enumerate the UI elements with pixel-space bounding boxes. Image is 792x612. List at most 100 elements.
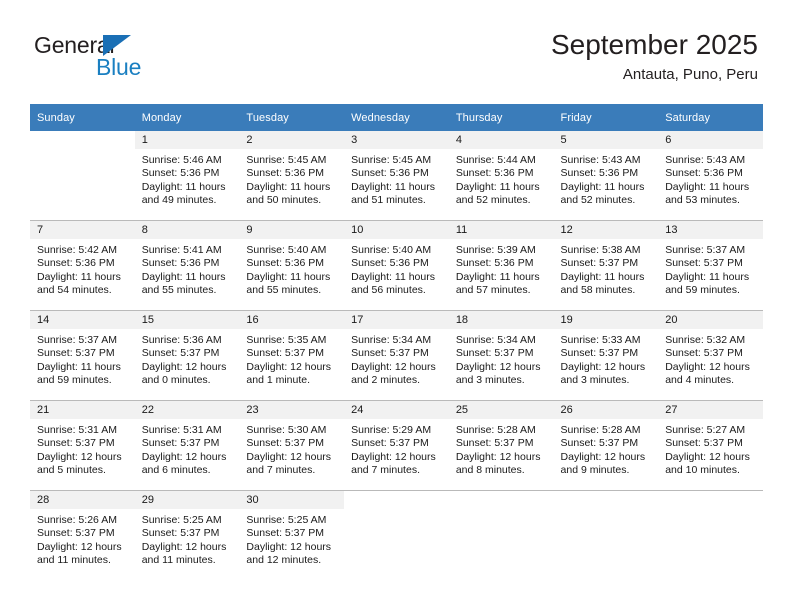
calendar-day-cell[interactable]: 19 Sunrise: 5:33 AM Sunset: 5:37 PM Dayligh… bbox=[553, 310, 659, 401]
day-details: Sunrise: 5:33 AM Sunset: 5:37 PM Daylight:… bbox=[554, 329, 659, 388]
calendar-week-row: 21 Sunrise: 5:31 AM Sunset: 5:37 PM Dayligh… bbox=[30, 400, 763, 491]
sunset-text: Sunset: 5:36 PM bbox=[246, 257, 325, 270]
day-cell-inner bbox=[344, 491, 449, 580]
day-cell-inner: 26 Sunrise: 5:28 AM Sunset: 5:37 PM Dayligh… bbox=[553, 401, 659, 490]
day-details: Sunrise: 5:31 AM Sunset: 5:37 PM Daylight:… bbox=[135, 419, 240, 478]
calendar-week-row: 28 Sunrise: 5:26 AM Sunset: 5:37 PM Dayligh… bbox=[30, 490, 763, 580]
calendar-day-cell[interactable]: 11 Sunrise: 5:39 AM Sunset: 5:36 PM Dayligh… bbox=[448, 220, 554, 311]
calendar-day-cell[interactable]: 17 Sunrise: 5:34 AM Sunset: 5:37 PM Dayligh… bbox=[344, 310, 449, 401]
day-details: Sunrise: 5:43 AM Sunset: 5:36 PM Daylight:… bbox=[658, 149, 763, 208]
sunset-text: Sunset: 5:37 PM bbox=[37, 437, 115, 450]
calendar-day-cell[interactable]: 27 Sunrise: 5:27 AM Sunset: 5:37 PM Dayligh… bbox=[658, 400, 763, 491]
calendar-day-cell[interactable]: 8 Sunrise: 5:41 AM Sunset: 5:36 PM Daylight… bbox=[134, 220, 240, 311]
calendar-day-cell[interactable]: 9 Sunrise: 5:40 AM Sunset: 5:36 PM Daylight… bbox=[239, 220, 345, 311]
day-cell-inner: 17 Sunrise: 5:34 AM Sunset: 5:37 PM Dayligh… bbox=[344, 311, 449, 400]
day-cell-inner: 13 Sunrise: 5:37 AM Sunset: 5:37 PM Dayligh… bbox=[658, 221, 763, 310]
sunset-text: Sunset: 5:37 PM bbox=[141, 347, 220, 360]
daylight-text-line1: Daylight: 11 hours bbox=[246, 270, 331, 283]
daylight-text-line2: and 0 minutes. bbox=[141, 374, 211, 387]
calendar-day-cell[interactable]: 13 Sunrise: 5:37 AM Sunset: 5:37 PM Dayligh… bbox=[658, 220, 763, 311]
sunrise-text: Sunrise: 5:32 AM bbox=[665, 334, 746, 346]
day-number: 14 bbox=[30, 311, 135, 329]
daylight-text-line2: and 11 minutes. bbox=[141, 554, 216, 567]
calendar-day-cell[interactable]: 18 Sunrise: 5:34 AM Sunset: 5:37 PM Dayligh… bbox=[448, 310, 554, 401]
daylight-text-line1: Daylight: 11 hours bbox=[141, 270, 226, 283]
calendar-day-cell[interactable]: 12 Sunrise: 5:38 AM Sunset: 5:37 PM Dayligh… bbox=[553, 220, 659, 311]
calendar-day-cell[interactable]: 20 Sunrise: 5:32 AM Sunset: 5:37 PM Dayligh… bbox=[658, 310, 763, 401]
day-details: Sunrise: 5:46 AM Sunset: 5:36 PM Daylight:… bbox=[135, 149, 240, 208]
weekday-header-sunday: Sunday bbox=[30, 104, 135, 131]
calendar-day-cell[interactable]: 14 Sunrise: 5:37 AM Sunset: 5:37 PM Dayligh… bbox=[30, 310, 135, 401]
day-cell-inner bbox=[658, 491, 763, 580]
day-cell-inner: 30 Sunrise: 5:25 AM Sunset: 5:37 PM Dayligh… bbox=[239, 491, 345, 580]
weekday-header-wednesday: Wednesday bbox=[344, 104, 449, 131]
daylight-text-line2: and 2 minutes. bbox=[351, 374, 420, 387]
daylight-text-line1: Daylight: 12 hours bbox=[141, 360, 227, 373]
day-number: 4 bbox=[448, 131, 554, 149]
calendar-day-cell[interactable]: 7 Sunrise: 5:42 AM Sunset: 5:36 PM Daylight… bbox=[30, 220, 135, 311]
daylight-text-line1: Daylight: 12 hours bbox=[560, 450, 646, 463]
general-blue-logo[interactable]: General Blue bbox=[34, 32, 224, 88]
day-details: Sunrise: 5:40 AM Sunset: 5:36 PM Daylight:… bbox=[344, 239, 449, 298]
day-number bbox=[344, 491, 449, 509]
daylight-text-line1: Daylight: 11 hours bbox=[37, 360, 121, 373]
calendar-day-cell[interactable]: 10 Sunrise: 5:40 AM Sunset: 5:36 PM Dayligh… bbox=[344, 220, 449, 311]
calendar-day-cell[interactable]: 3 Sunrise: 5:45 AM Sunset: 5:36 PM Daylight… bbox=[344, 131, 449, 221]
day-cell-inner: 21 Sunrise: 5:31 AM Sunset: 5:37 PM Dayligh… bbox=[30, 401, 135, 490]
day-details: Sunrise: 5:45 AM Sunset: 5:36 PM Daylight:… bbox=[344, 149, 449, 208]
calendar-day-cell[interactable]: 24 Sunrise: 5:29 AM Sunset: 5:37 PM Dayligh… bbox=[344, 400, 449, 491]
sunset-text: Sunset: 5:36 PM bbox=[351, 257, 429, 270]
calendar-day-cell[interactable]: 21 Sunrise: 5:31 AM Sunset: 5:37 PM Dayligh… bbox=[30, 400, 135, 491]
page-header: General Blue September 2025 Antauta, Pun… bbox=[34, 28, 758, 90]
calendar-day-cell[interactable]: 25 Sunrise: 5:28 AM Sunset: 5:37 PM Dayligh… bbox=[448, 400, 554, 491]
calendar-day-cell[interactable]: 15 Sunrise: 5:36 AM Sunset: 5:37 PM Dayligh… bbox=[134, 310, 240, 401]
calendar-day-cell[interactable]: 30 Sunrise: 5:25 AM Sunset: 5:37 PM Dayligh… bbox=[239, 490, 345, 580]
day-cell-inner: 7 Sunrise: 5:42 AM Sunset: 5:36 PM Daylight… bbox=[30, 221, 135, 310]
daylight-text-line1: Daylight: 12 hours bbox=[351, 450, 436, 463]
day-details: Sunrise: 5:45 AM Sunset: 5:36 PM Daylight:… bbox=[239, 149, 344, 208]
calendar-day-cell[interactable]: 26 Sunrise: 5:28 AM Sunset: 5:37 PM Dayligh… bbox=[553, 400, 659, 491]
day-details: Sunrise: 5:28 AM Sunset: 5:37 PM Daylight:… bbox=[449, 419, 554, 478]
daylight-text-line1: Daylight: 11 hours bbox=[560, 180, 645, 193]
sunset-text: Sunset: 5:37 PM bbox=[37, 347, 115, 360]
calendar-day-cell[interactable]: 29 Sunrise: 5:25 AM Sunset: 5:37 PM Dayligh… bbox=[134, 490, 240, 580]
day-number: 21 bbox=[30, 401, 135, 419]
calendar-day-cell[interactable]: 4 Sunrise: 5:44 AM Sunset: 5:36 PM Daylight… bbox=[448, 131, 554, 221]
day-details: Sunrise: 5:43 AM Sunset: 5:36 PM Daylight:… bbox=[554, 149, 659, 208]
day-cell-inner: 16 Sunrise: 5:35 AM Sunset: 5:37 PM Dayligh… bbox=[239, 311, 345, 400]
day-number: 16 bbox=[239, 311, 345, 329]
calendar-day-cell bbox=[30, 131, 135, 221]
day-cell-inner: 5 Sunrise: 5:43 AM Sunset: 5:36 PM Daylight… bbox=[553, 131, 659, 220]
day-number: 5 bbox=[553, 131, 659, 149]
calendar-day-cell[interactable]: 28 Sunrise: 5:26 AM Sunset: 5:37 PM Dayligh… bbox=[30, 490, 135, 580]
day-number: 7 bbox=[30, 221, 135, 239]
daylight-text-line2: and 54 minutes. bbox=[37, 284, 112, 297]
calendar-day-cell[interactable]: 16 Sunrise: 5:35 AM Sunset: 5:37 PM Dayligh… bbox=[239, 310, 345, 401]
sunset-text: Sunset: 5:36 PM bbox=[351, 167, 429, 180]
daylight-text-line2: and 51 minutes. bbox=[351, 194, 426, 207]
day-number: 30 bbox=[239, 491, 345, 509]
sunrise-text: Sunrise: 5:44 AM bbox=[455, 154, 536, 166]
day-number: 8 bbox=[134, 221, 240, 239]
day-cell-inner: 8 Sunrise: 5:41 AM Sunset: 5:36 PM Daylight… bbox=[134, 221, 240, 310]
calendar-day-cell[interactable]: 6 Sunrise: 5:43 AM Sunset: 5:36 PM Daylight… bbox=[658, 131, 763, 221]
daylight-text-line1: Daylight: 12 hours bbox=[141, 540, 227, 553]
day-details: Sunrise: 5:40 AM Sunset: 5:36 PM Daylight:… bbox=[239, 239, 344, 298]
daylight-text-line1: Daylight: 12 hours bbox=[37, 450, 122, 463]
calendar-day-cell[interactable]: 22 Sunrise: 5:31 AM Sunset: 5:37 PM Dayligh… bbox=[134, 400, 240, 491]
calendar-body: 1 Sunrise: 5:46 AM Sunset: 5:36 PM Daylight… bbox=[30, 131, 763, 580]
calendar-day-cell[interactable]: 1 Sunrise: 5:46 AM Sunset: 5:36 PM Daylight… bbox=[134, 131, 240, 221]
day-details: Sunrise: 5:34 AM Sunset: 5:37 PM Daylight:… bbox=[449, 329, 554, 388]
calendar-day-cell[interactable]: 2 Sunrise: 5:45 AM Sunset: 5:36 PM Daylight… bbox=[239, 131, 345, 221]
daylight-text-line2: and 8 minutes. bbox=[455, 464, 525, 477]
sunset-text: Sunset: 5:37 PM bbox=[351, 347, 429, 360]
day-number: 24 bbox=[344, 401, 449, 419]
calendar-day-cell[interactable]: 5 Sunrise: 5:43 AM Sunset: 5:36 PM Daylight… bbox=[553, 131, 659, 221]
day-details: Sunrise: 5:36 AM Sunset: 5:37 PM Daylight:… bbox=[135, 329, 240, 388]
calendar-day-cell[interactable]: 23 Sunrise: 5:30 AM Sunset: 5:37 PM Dayligh… bbox=[239, 400, 345, 491]
day-cell-inner: 9 Sunrise: 5:40 AM Sunset: 5:36 PM Daylight… bbox=[239, 221, 345, 310]
day-cell-inner: 25 Sunrise: 5:28 AM Sunset: 5:37 PM Dayligh… bbox=[448, 401, 554, 490]
day-cell-inner: 15 Sunrise: 5:36 AM Sunset: 5:37 PM Dayligh… bbox=[134, 311, 240, 400]
daylight-text-line1: Daylight: 12 hours bbox=[665, 450, 750, 463]
sunset-text: Sunset: 5:37 PM bbox=[665, 347, 743, 360]
